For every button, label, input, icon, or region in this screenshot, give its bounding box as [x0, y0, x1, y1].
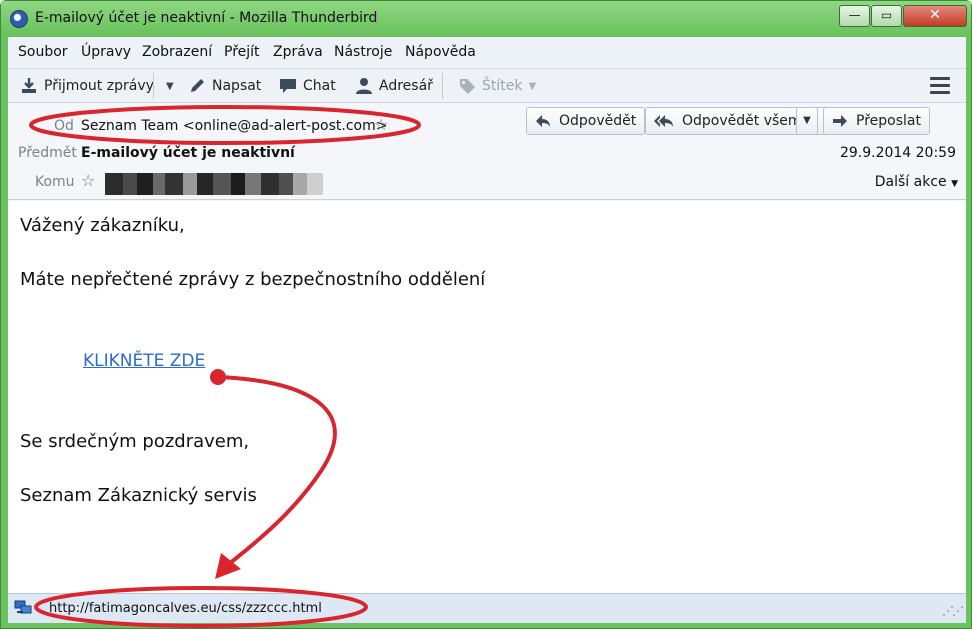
network-status-icon — [14, 600, 32, 614]
reply-button[interactable]: Odpovědět — [526, 107, 646, 135]
subject-label: Předmět — [18, 145, 77, 161]
main-toolbar: Přijmout zprávy ▼ Napsat Chat Adresář Št… — [8, 69, 966, 103]
toolbar-separator — [442, 73, 443, 99]
person-icon — [356, 78, 372, 94]
menu-message[interactable]: Zpráva — [273, 44, 323, 60]
thunderbird-window: E-mailový účet je neaktivní - Mozilla Th… — [0, 0, 972, 629]
tag-label: Štítek — [482, 78, 523, 94]
app-menu-button[interactable] — [930, 77, 950, 98]
download-icon — [22, 78, 36, 93]
toolbar-separator — [153, 73, 154, 99]
reply-all-icon — [654, 115, 673, 127]
body-line: Máte nepřečtené zprávy z bezpečnostního … — [20, 269, 486, 290]
address-book-button[interactable]: Adresář — [355, 74, 433, 98]
get-messages-label: Přijmout zprávy — [44, 78, 154, 94]
maximize-button[interactable]: ▭ — [871, 5, 902, 27]
to-label: Komu — [35, 174, 75, 190]
minimize-button[interactable]: — — [839, 5, 870, 27]
write-label: Napsat — [212, 78, 262, 94]
from-label: Od — [54, 118, 74, 134]
from-value[interactable]: Seznam Team <online@ad-alert-post.com> — [81, 118, 388, 134]
forward-label: Přeposlat — [856, 113, 921, 129]
get-messages-button[interactable]: Přijmout zprávy — [20, 74, 154, 98]
phishing-link[interactable]: KLIKNĚTE ZDE — [83, 351, 205, 371]
menu-go[interactable]: Přejít — [224, 44, 260, 60]
client-area: Soubor Úpravy Zobrazení Přejít Zpráva Ná… — [8, 37, 966, 623]
forward-arrow-icon — [833, 115, 847, 127]
menu-file[interactable]: Soubor — [18, 44, 68, 60]
subject-value: E-mailový účet je neaktivní — [81, 145, 295, 161]
reply-arrow-icon — [536, 115, 550, 127]
chat-label: Chat — [303, 78, 336, 94]
menu-tools[interactable]: Nástroje — [334, 44, 392, 60]
star-icon[interactable]: ☆ — [374, 115, 388, 134]
chat-bubble-icon — [280, 79, 296, 93]
reply-label: Odpovědět — [559, 113, 637, 129]
hamburger-icon — [930, 77, 950, 80]
redacted-recipient — [105, 173, 323, 195]
status-url: http://fatimagoncalves.eu/css/zzzccc.htm… — [49, 601, 322, 616]
menu-help[interactable]: Nápověda — [405, 44, 476, 60]
close-button[interactable]: ✕ — [903, 5, 967, 27]
chevron-down-icon: ▼ — [803, 115, 811, 126]
pencil-icon — [191, 79, 204, 92]
greeting-text: Vážený zákazníku, — [20, 215, 185, 236]
message-date: 29.9.2014 20:59 — [839, 145, 956, 161]
menu-bar: Soubor Úpravy Zobrazení Přejít Zpráva Ná… — [8, 37, 966, 69]
thunderbird-app-icon — [10, 10, 28, 28]
more-actions-menu[interactable]: Další akce ▼ — [875, 174, 958, 190]
write-button[interactable]: Napsat — [188, 74, 261, 98]
star-icon[interactable]: ☆ — [81, 171, 95, 190]
tag-button[interactable]: Štítek ▼ — [458, 74, 536, 98]
title-bar[interactable]: E-mailový účet je neaktivní - Mozilla Th… — [1, 1, 971, 37]
message-header: Od Seznam Team <online@ad-alert-post.com… — [8, 103, 966, 200]
menu-edit[interactable]: Úpravy — [81, 44, 131, 60]
status-bar: http://fatimagoncalves.eu/css/zzzccc.htm… — [8, 593, 966, 623]
reply-all-label: Odpovědět všem — [682, 113, 802, 129]
chevron-down-icon: ▼ — [528, 80, 537, 92]
forward-button[interactable]: Přeposlat — [823, 107, 930, 135]
message-body: Vážený zákazníku, Máte nepřečtené zprávy… — [8, 201, 966, 593]
chevron-down-icon: ▼ — [951, 179, 958, 189]
menu-view[interactable]: Zobrazení — [142, 44, 212, 60]
tag-icon — [460, 79, 475, 94]
closing-text: Se srdečným pozdravem, — [20, 431, 250, 452]
chevron-down-icon: ▼ — [166, 80, 174, 92]
chat-button[interactable]: Chat — [279, 74, 336, 98]
signature-text: Seznam Zákaznický servis — [20, 485, 257, 506]
address-book-label: Adresář — [379, 78, 433, 94]
window-title: E-mailový účet je neaktivní - Mozilla Th… — [35, 10, 378, 26]
more-actions-label: Další akce — [874, 174, 947, 190]
resize-grip-icon[interactable]: ⋰⋰ — [942, 604, 964, 618]
get-messages-dropdown[interactable]: ▼ — [160, 74, 174, 98]
reply-all-dropdown[interactable]: ▼ — [796, 107, 818, 135]
